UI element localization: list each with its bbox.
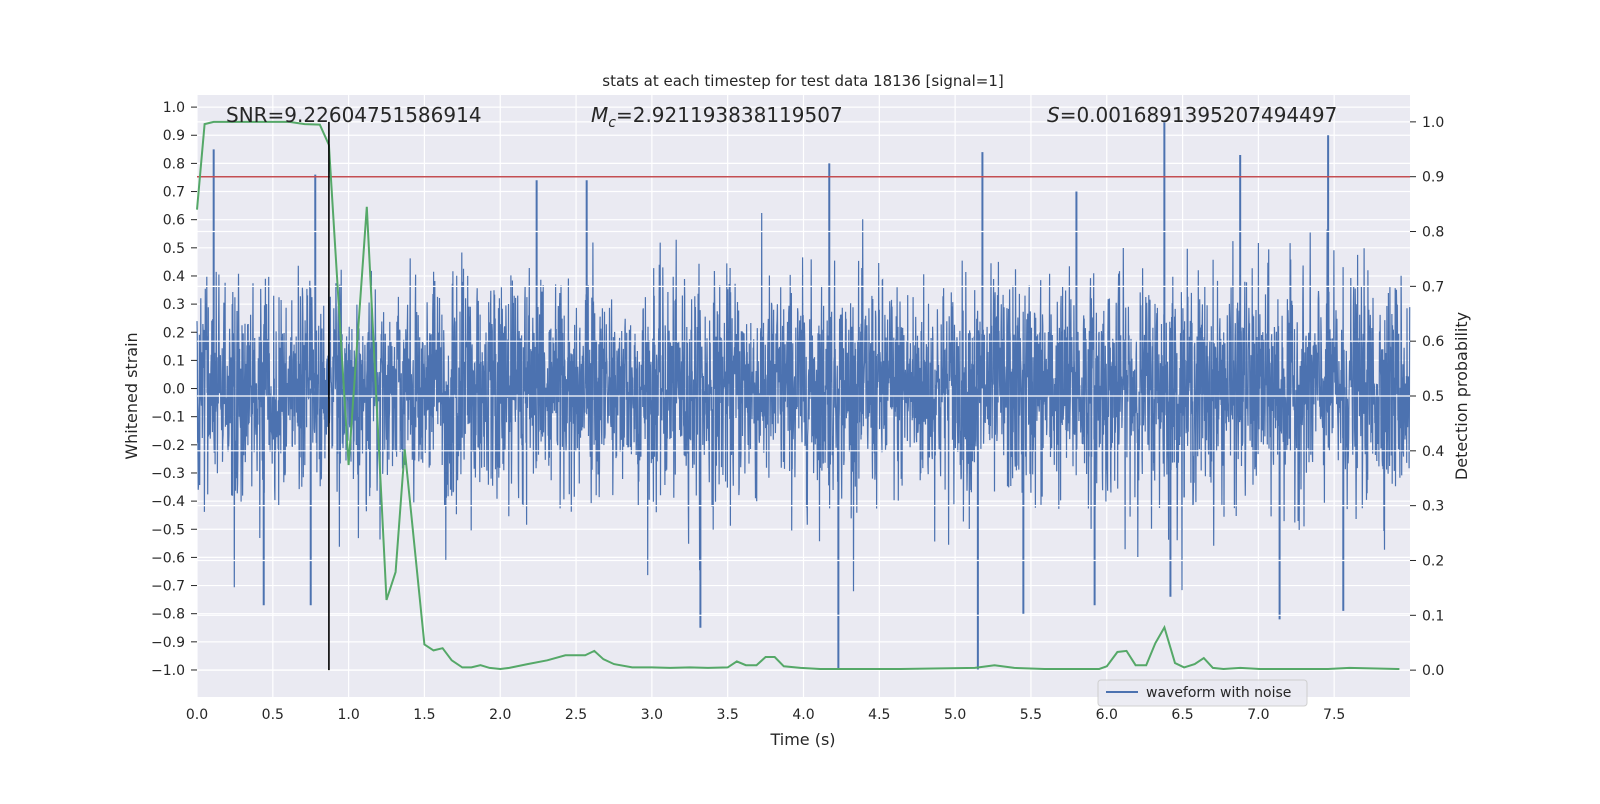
legend: waveform with noise — [1097, 679, 1308, 707]
x-tick-label: 7.0 — [1247, 707, 1269, 723]
y-tick-label: −0.1 — [151, 410, 185, 426]
x-tick-label: 2.0 — [489, 707, 511, 723]
x-tick-label: 4.0 — [792, 707, 814, 723]
y-tick-label-right: 1.0 — [1422, 115, 1444, 131]
y-tick-label: −0.6 — [151, 550, 185, 566]
y-tick-label: 1.0 — [163, 100, 185, 116]
y-tick-label-right: 0.1 — [1422, 608, 1444, 624]
x-tick-label: 1.0 — [337, 707, 359, 723]
y-tick-label-right: 0.4 — [1422, 444, 1444, 460]
x-ticks: 0.0 0.5 1.0 1.5 2.0 2.5 3.0 3.5 4.0 4.5 5.0 5.5 6.0 6… — [186, 707, 1345, 723]
x-axis-label: Time (s) — [769, 730, 835, 749]
chart-title: stats at each timestep for test data 181… — [602, 72, 1003, 90]
y-tick-label: −0.4 — [151, 494, 185, 510]
x-tick-label: 5.5 — [1020, 707, 1042, 723]
x-tick-label: 3.0 — [641, 707, 663, 723]
y-tick-label: 0.3 — [163, 297, 185, 313]
x-tick-label: 3.5 — [717, 707, 739, 723]
y-tick-label-right: 0.0 — [1422, 663, 1444, 679]
x-tick-label: 6.0 — [1096, 707, 1118, 723]
y-tick-label: −0.9 — [151, 635, 185, 651]
x-tick-label: 5.0 — [944, 707, 966, 723]
y-tick-label-right: 0.2 — [1422, 553, 1444, 569]
chart: 0.0 0.5 1.0 1.5 2.0 2.5 3.0 3.5 4.0 4.5 5.0 5.5 6.0 6… — [122, 72, 1471, 749]
y-tick-label-right: 0.7 — [1422, 279, 1444, 295]
y-tick-label: −0.3 — [151, 466, 185, 482]
x-tick-label: 7.5 — [1323, 707, 1345, 723]
x-tick-label: 2.5 — [565, 707, 587, 723]
y-tick-label: 0.8 — [163, 156, 185, 172]
y-axis-label: Whitened strain — [122, 332, 141, 459]
snr-annotation: SNR=9.22604751586914 — [226, 103, 482, 127]
y-tick-label-right: 0.6 — [1422, 334, 1444, 350]
y-tick-label: 0.0 — [163, 382, 185, 398]
x-tick-label: 6.5 — [1171, 707, 1193, 723]
y-tick-label: −1.0 — [151, 663, 185, 679]
y-tick-label: −0.2 — [151, 438, 185, 454]
y-tick-label-right: 0.5 — [1422, 389, 1444, 405]
x-tick-label: 4.5 — [868, 707, 890, 723]
y-tick-label: −0.5 — [151, 522, 185, 538]
y-ticks-right: 1.0 0.9 0.8 0.7 0.6 0.5 0.4 0.3 0.2 0.1 0.0 — [1410, 115, 1444, 679]
y-tick-label: 0.6 — [163, 213, 185, 229]
y-tick-label: 0.1 — [163, 353, 185, 369]
x-tick-label: 0.5 — [262, 707, 284, 723]
x-tick-label: 0.0 — [186, 707, 208, 723]
legend-label: waveform with noise — [1146, 685, 1291, 701]
mc-annotation: Mc=2.921193838119507 — [591, 103, 843, 131]
y-tick-label: −0.8 — [151, 607, 185, 623]
s-annotation: S=0.0016891395207494497 — [1047, 103, 1337, 127]
y-tick-label-right: 0.9 — [1422, 170, 1444, 186]
y-tick-label: 0.4 — [163, 269, 185, 285]
y-tick-label: 0.5 — [163, 241, 185, 257]
y-tick-label-right: 0.3 — [1422, 499, 1444, 515]
y-ticks: 1.0 0.9 0.8 0.7 0.6 0.5 0.4 0.3 0.2 0.1 0.0 −0.1 −0.… — [151, 100, 197, 679]
y-tick-label: 0.2 — [163, 325, 185, 341]
y-tick-label: 0.9 — [163, 128, 185, 144]
y-tick-label: 0.7 — [163, 185, 185, 201]
y-axis-label-right: Detection probability — [1452, 312, 1471, 480]
y-tick-label-right: 0.8 — [1422, 225, 1444, 241]
y-tick-label: −0.7 — [151, 579, 185, 595]
x-tick-label: 1.5 — [413, 707, 435, 723]
